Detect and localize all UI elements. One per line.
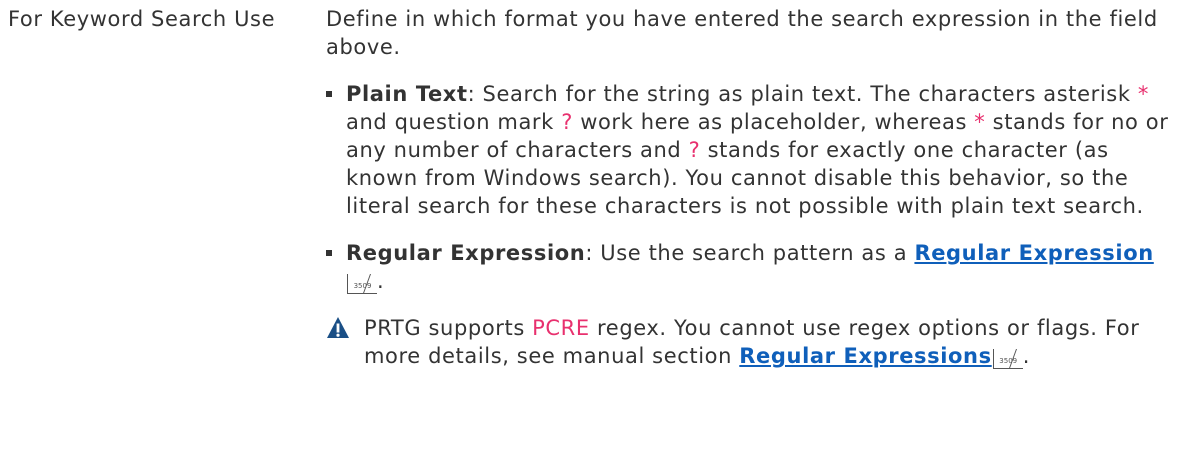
option-name: Plain Text xyxy=(346,82,468,106)
setting-label: For Keyword Search Use xyxy=(8,5,298,33)
warning-icon xyxy=(327,317,349,338)
page-reference-icon[interactable]: 3509 xyxy=(992,349,1023,369)
note-text-part: PRTG supports xyxy=(364,316,533,340)
question-symbol: ? xyxy=(688,138,701,162)
option-text: and question mark xyxy=(346,110,562,134)
note-text-part: . xyxy=(1022,344,1030,368)
option-text: work here as placeholder, whereas xyxy=(572,110,975,134)
option-regular-expression: Regular Expression: Use the search patte… xyxy=(326,239,1176,295)
page-reference-icon[interactable]: 3509 xyxy=(347,274,377,294)
note-text: PRTG supports PCRE regex. You cannot use… xyxy=(326,314,1176,370)
option-text: : Search for the string as plain text. T… xyxy=(467,82,1138,106)
option-list: Plain Text: Search for the string as pla… xyxy=(326,80,1176,295)
option-text: . xyxy=(377,269,385,293)
regular-expression-link[interactable]: Regular Expression xyxy=(914,241,1153,265)
setting-label-text: For Keyword Search Use xyxy=(8,7,276,31)
asterisk-symbol: * xyxy=(1137,82,1149,106)
option-text: : Use the search pattern as a xyxy=(585,241,915,265)
setting-content: Define in which format you have entered … xyxy=(326,5,1176,370)
option-plain-text: Plain Text: Search for the string as pla… xyxy=(326,80,1176,220)
regular-expressions-link[interactable]: Regular Expressions xyxy=(739,344,991,368)
info-note: PRTG supports PCRE regex. You cannot use… xyxy=(326,314,1176,370)
option-name: Regular Expression xyxy=(346,241,586,265)
question-symbol: ? xyxy=(561,110,573,134)
asterisk-symbol: * xyxy=(974,110,986,134)
pcre-term: PCRE xyxy=(532,316,590,340)
bullet-icon xyxy=(326,91,332,97)
setting-description: Define in which format you have entered … xyxy=(326,7,1158,59)
bullet-icon xyxy=(326,250,332,256)
